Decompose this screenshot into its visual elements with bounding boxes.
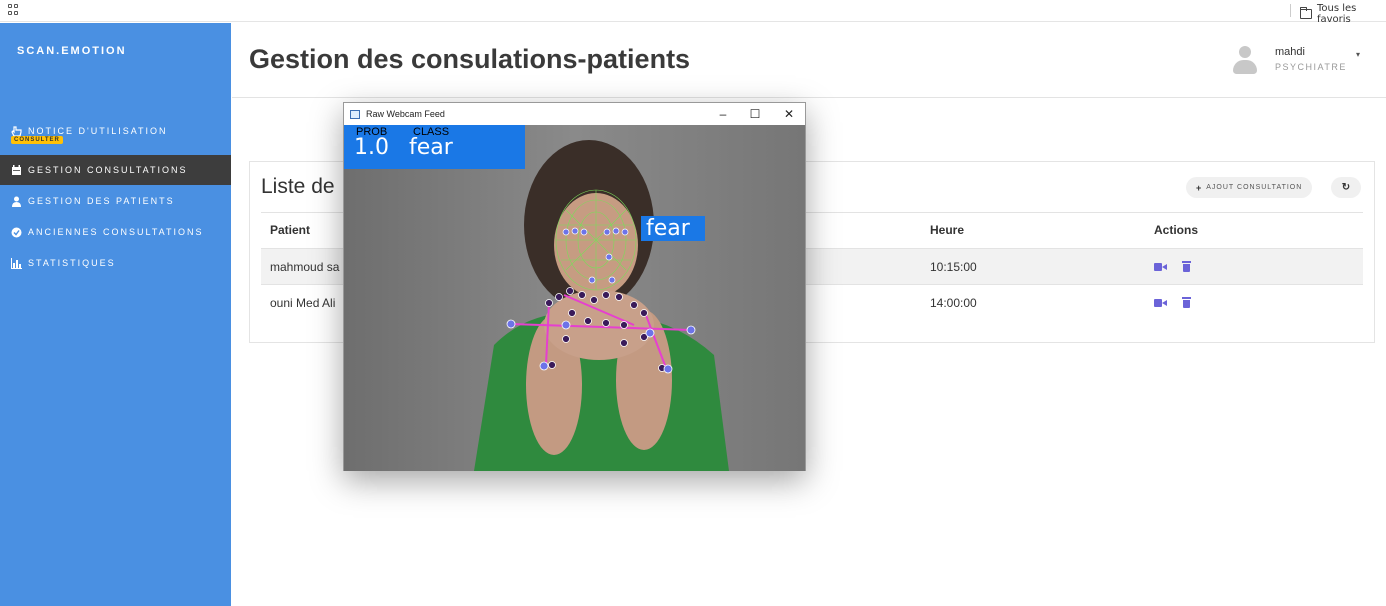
webcam-image: [344, 125, 805, 471]
all-bookmarks-label: Tous les favoris: [1316, 3, 1357, 25]
card-title: Liste de: [261, 175, 335, 198]
add-consultation-label: AJOUT CONSULTATION: [1206, 184, 1303, 191]
maximize-button[interactable]: ☐: [740, 103, 770, 125]
sidebar-item-label: ANCIENNES CONSULTATIONS: [28, 227, 204, 237]
column-header-heure: Heure: [930, 223, 965, 237]
prob-value: 1.0: [354, 135, 389, 160]
column-header-patient: Patient: [270, 223, 311, 237]
folder-icon: [1300, 7, 1312, 19]
page-title: Gestion des consulations-patients: [249, 44, 691, 74]
add-consultation-button[interactable]: + AJOUT CONSULTATION: [1186, 177, 1313, 198]
video-camera-icon[interactable]: [1154, 299, 1167, 307]
user-name[interactable]: mahdi: [1275, 46, 1305, 58]
consult-badge[interactable]: CONSULTER: [11, 136, 63, 144]
sidebar-item-statistiques[interactable]: STATISTIQUES: [0, 248, 231, 278]
header-divider: [232, 97, 1386, 98]
webcam-titlebar[interactable]: Raw Webcam Feed – ☐ ✕: [344, 103, 805, 125]
class-value: fear: [409, 135, 453, 160]
sidebar-item-label: STATISTIQUES: [28, 258, 116, 268]
sidebar-item-anciennes-consultations[interactable]: ANCIENNES CONSULTATIONS: [0, 217, 231, 247]
refresh-button[interactable]: ↻: [1331, 177, 1361, 198]
heure-cell: 14:00:00: [930, 296, 977, 310]
sidebar-item-label: GESTION CONSULTATIONS: [28, 165, 188, 175]
heure-cell: 10:15:00: [930, 260, 977, 274]
plus-icon: +: [1196, 182, 1203, 193]
hand-pointer-icon: [11, 125, 22, 137]
refresh-icon: ↻: [1341, 182, 1351, 193]
caret-down-icon[interactable]: ▾: [1356, 50, 1360, 59]
user-role: PSYCHIATRE: [1275, 62, 1347, 72]
bookmarks-bar: Tous les favoris: [0, 0, 1386, 25]
patient-cell: ouni Med Ali: [270, 296, 336, 310]
prediction-panel: PROB CLASS 1.0 fear: [344, 125, 525, 169]
all-bookmarks-button[interactable]: Tous les favoris: [1300, 3, 1386, 25]
calendar-icon: [11, 164, 22, 176]
check-circle-icon: [11, 227, 22, 238]
webcam-window[interactable]: Raw Webcam Feed – ☐ ✕ PROB CLASS 1.0 fea…: [343, 102, 806, 471]
apps-grid-icon[interactable]: [8, 4, 19, 15]
sidebar: SCAN.EMOTION NOTICE D'UTILISATION CONSUL…: [0, 23, 231, 606]
patient-cell: mahmoud sa: [270, 260, 340, 274]
minimize-button[interactable]: –: [708, 103, 738, 125]
avatar[interactable]: [1232, 46, 1258, 76]
face-emotion-tag: fear: [641, 216, 705, 241]
trash-icon[interactable]: [1182, 297, 1191, 308]
bar-chart-icon: [11, 257, 22, 269]
close-button[interactable]: ✕: [774, 103, 804, 125]
webcam-window-title: Raw Webcam Feed: [366, 109, 445, 119]
sidebar-item-gestion-consultations[interactable]: GESTION CONSULTATIONS: [0, 155, 231, 185]
video-camera-icon[interactable]: [1154, 263, 1167, 271]
column-header-actions: Actions: [1154, 223, 1199, 237]
sidebar-item-gestion-patients[interactable]: GESTION DES PATIENTS: [0, 186, 231, 216]
sidebar-item-label: GESTION DES PATIENTS: [28, 196, 175, 206]
bookmark-separator: [1290, 4, 1291, 17]
brand-logo[interactable]: SCAN.EMOTION: [17, 45, 127, 57]
webcam-feed: PROB CLASS 1.0 fear fear: [344, 125, 805, 471]
window-app-icon: [350, 109, 360, 119]
trash-icon[interactable]: [1182, 261, 1191, 272]
user-icon: [11, 196, 22, 207]
sidebar-item-label: NOTICE D'UTILISATION: [28, 126, 168, 136]
